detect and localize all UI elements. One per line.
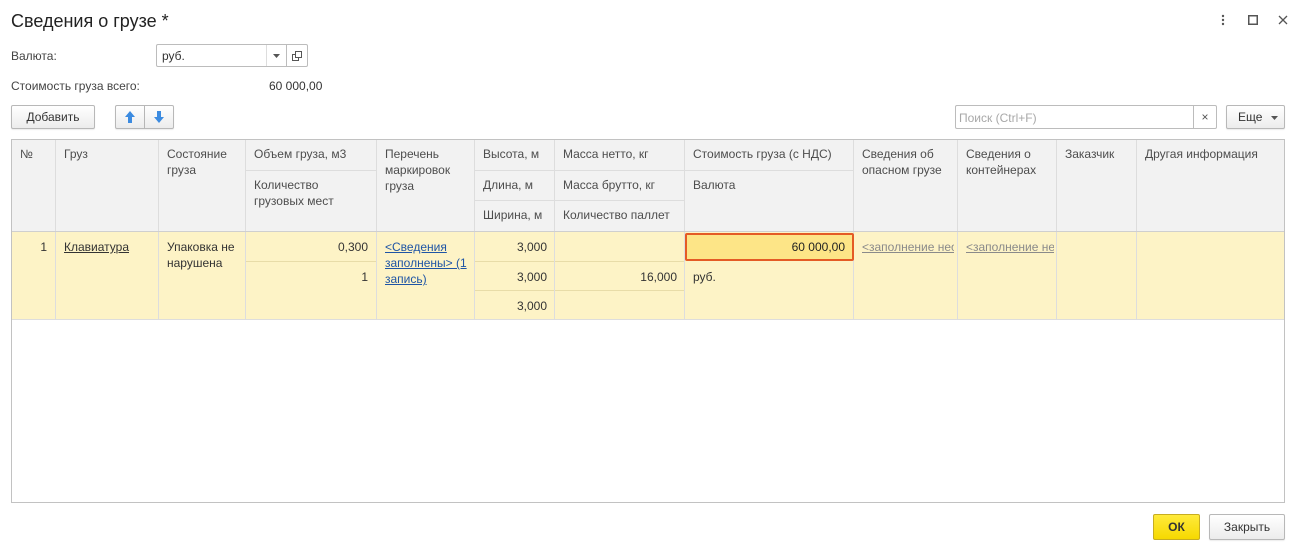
header-width[interactable]: Ширина, м [475,201,555,231]
header-num[interactable]: № [12,140,56,231]
currency-label: Валюта: [11,49,57,63]
row-dangerous[interactable]: <заполнение необязательн [862,239,954,255]
row-state: Упаковка не нарушена [167,240,235,270]
total-label: Стоимость груза всего: [11,79,140,93]
currency-dropdown-button[interactable] [266,45,286,66]
row-containers[interactable]: <заполнение необязательн [966,239,1054,255]
row-volume: 0,300 [337,240,368,254]
search-clear-button[interactable]: × [1193,105,1217,129]
header-net-mass[interactable]: Масса нетто, кг [555,140,685,171]
row-containers-link[interactable]: <заполнение необязательн [966,240,1054,254]
arrow-down-icon [154,111,164,123]
open-external-icon [292,50,302,61]
row-height: 3,000 [516,240,547,254]
row-markings-link[interactable]: <Сведения заполнены> (1 запись) [385,240,467,286]
more-vertical-icon[interactable] [1215,10,1231,30]
header-customer[interactable]: Заказчик [1057,140,1137,231]
row-markings[interactable]: <Сведения заполнены> (1 запись) [385,239,471,287]
header-other[interactable]: Другая информация [1137,140,1284,231]
header-length[interactable]: Длина, м [475,171,555,201]
move-up-button[interactable] [115,105,145,129]
window-title: Сведения о грузе * [11,11,169,31]
header-state[interactable]: Состояние груза [159,140,246,231]
arrow-up-icon [125,111,135,123]
header-currency[interactable]: Валюта [685,171,854,231]
header-volume[interactable]: Объем груза, м3 [246,140,377,171]
header-dangerous[interactable]: Сведения об опасном грузе [854,140,958,231]
header-markings[interactable]: Перечень маркировок груза [377,140,475,231]
more-button[interactable]: Еще [1226,105,1285,129]
header-gross-mass[interactable]: Масса брутто, кг [555,171,685,201]
header-pallets[interactable]: Количество паллет [555,201,685,231]
close-button[interactable]: Закрыть [1209,514,1285,540]
row-currency: руб. [693,270,716,284]
add-button[interactable]: Добавить [11,105,95,129]
maximize-icon[interactable] [1245,10,1261,30]
row-width: 3,000 [516,299,547,313]
cargo-table[interactable]: № Груз Состояние груза Объем груза, м3 К… [11,139,1285,503]
row-cargo[interactable]: Клавиатура [64,239,156,255]
close-icon[interactable] [1275,10,1291,30]
header-places[interactable]: Количество грузовых мест [246,171,377,231]
row-gross-mass: 16,000 [640,270,677,284]
row-dangerous-link[interactable]: <заполнение необязательн [862,240,954,254]
total-value: 60 000,00 [269,79,323,93]
more-button-label: Еще [1238,110,1263,124]
header-cargo[interactable]: Груз [56,140,159,231]
row-length: 3,000 [516,270,547,284]
header-containers[interactable]: Сведения о контейнерах [958,140,1057,231]
header-height[interactable]: Высота, м [475,140,555,171]
header-cost[interactable]: Стоимость груза (с НДС) [685,140,854,171]
search-input[interactable]: Поиск (Ctrl+F) [955,105,1194,129]
ok-button[interactable]: ОК [1153,514,1200,540]
row-cost-focused-cell[interactable]: 60 000,00 [685,233,854,261]
row-num: 1 [40,240,47,254]
currency-value: руб. [162,49,185,63]
row-places: 1 [361,270,368,284]
row-cargo-link[interactable]: Клавиатура [64,240,129,254]
move-down-button[interactable] [145,105,174,129]
currency-open-button[interactable] [287,44,308,67]
dropdown-arrow-icon [273,53,280,58]
chevron-down-icon [1271,116,1278,120]
